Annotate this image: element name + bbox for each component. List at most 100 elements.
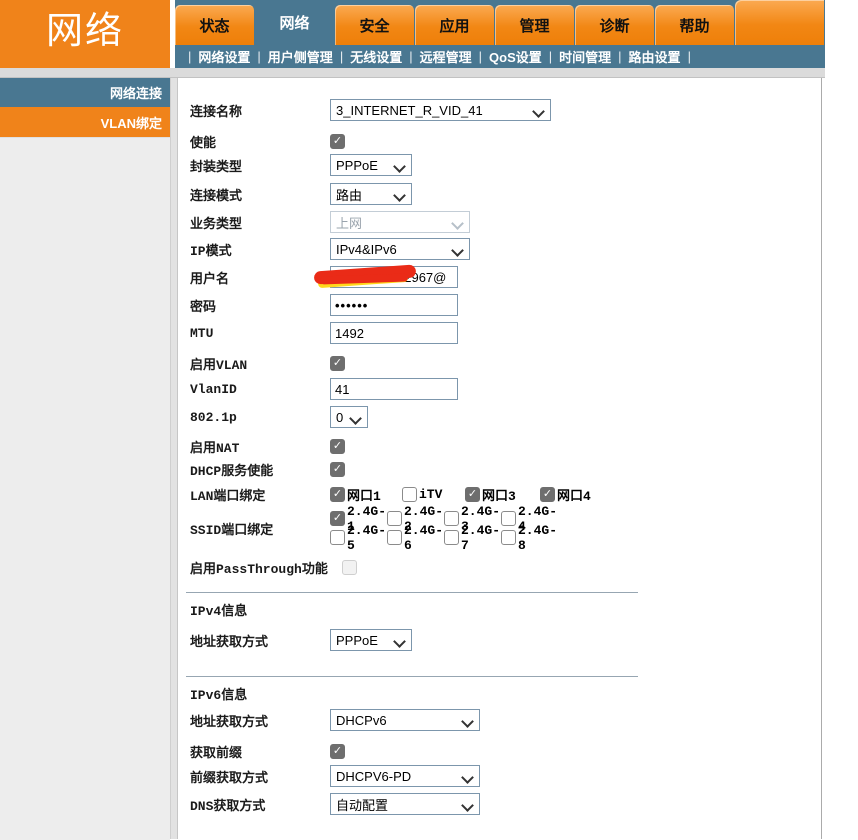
subnav-separator: | [688, 49, 691, 64]
subnav-item-用户侧管理[interactable]: 用户侧管理 [268, 47, 333, 66]
checkbox-网口4[interactable] [540, 487, 555, 502]
tab-管理[interactable]: 管理 [495, 5, 574, 45]
ssid-binding-options: 2.4G-12.4G-22.4G-32.4G-42.4G-52.4G-62.4G… [330, 509, 562, 547]
service-type-select: 上网 [330, 211, 470, 233]
row-dns-mode: DNS获取方式 自动配置 [190, 793, 480, 815]
checkbox-iTV[interactable] [402, 487, 417, 502]
ipv4-addr-mode-select[interactable]: PPPoE [330, 629, 412, 651]
checkbox-label: 网口3 [482, 485, 516, 504]
password-label: 密码 [190, 296, 330, 315]
enable-nat-label: 启用NAT [190, 437, 330, 456]
ipv6-addr-mode-value: DHCPv6 [336, 713, 387, 728]
checkbox-label: 2.4G-5 [347, 523, 387, 553]
ip-mode-select[interactable]: IPv4&IPv6 [330, 238, 470, 260]
main-content: 连接名称 3_INTERNET_R_VID_41 使能 封装类型 PPPoE 连… [178, 78, 822, 839]
connection-name-select[interactable]: 3_INTERNET_R_VID_41 [330, 99, 551, 121]
tab-状态[interactable]: 状态 [175, 5, 254, 45]
chevron-down-icon [393, 160, 406, 173]
vlan-id-input[interactable] [330, 378, 458, 400]
checkbox-label: 2.4G-8 [518, 523, 558, 553]
subnav-item-路由设置[interactable]: 路由设置 [629, 47, 681, 66]
8021p-select[interactable]: 0 [330, 406, 368, 428]
password-input[interactable] [330, 294, 458, 316]
subnav-item-远程管理[interactable]: 远程管理 [420, 47, 472, 66]
sidebar-content-divider [170, 78, 178, 839]
subnav-separator: | [549, 49, 552, 64]
subnav-separator: | [188, 49, 191, 64]
tab-安全[interactable]: 安全 [335, 5, 414, 45]
checkbox-option-网口3: 网口3 [465, 485, 540, 504]
row-ip-mode: IP模式 IPv4&IPv6 [190, 238, 470, 260]
ipv4-addr-mode-label: 地址获取方式 [190, 631, 330, 650]
subnav-separator: | [257, 49, 260, 64]
sidebar-item-network-connection[interactable]: 网络连接 [0, 78, 170, 107]
dns-mode-value: 自动配置 [336, 795, 388, 814]
lan-binding-options: 网口1iTV网口3网口4 [330, 485, 591, 504]
checkbox-网口1[interactable] [330, 487, 345, 502]
checkbox-网口3[interactable] [465, 487, 480, 502]
checkbox-option-2.4G-6: 2.4G-6 [387, 528, 444, 547]
dns-mode-select[interactable]: 自动配置 [330, 793, 480, 815]
dhcp-enable-checkbox[interactable] [330, 462, 345, 477]
checkbox-2.4G-5[interactable] [330, 530, 345, 545]
chevron-down-icon [349, 412, 362, 425]
subnav-item-无线设置[interactable]: 无线设置 [350, 47, 402, 66]
prefix-mode-value: DHCPV6-PD [336, 769, 411, 784]
chevron-down-icon [532, 105, 545, 118]
tab-网络[interactable]: 网络 [255, 0, 334, 45]
row-vlan-id: VlanID [190, 378, 458, 400]
subnav-item-时间管理[interactable]: 时间管理 [559, 47, 611, 66]
chevron-down-icon [461, 715, 474, 728]
subnav-separator: | [409, 49, 412, 64]
checkbox-option-iTV: iTV [402, 487, 465, 502]
enable-vlan-checkbox[interactable] [330, 356, 345, 371]
encapsulation-select[interactable]: PPPoE [330, 154, 412, 176]
enable-checkbox[interactable] [330, 134, 345, 149]
row-ipv4-addr-mode: 地址获取方式 PPPoE [190, 629, 412, 651]
ip-mode-label: IP模式 [190, 240, 330, 259]
checkbox-2.4G-1[interactable] [330, 511, 345, 526]
ssid-binding-label: SSID端口绑定 [190, 519, 330, 538]
ip-mode-value: IPv4&IPv6 [336, 242, 397, 257]
checkbox-2.4G-3[interactable] [444, 511, 459, 526]
row-service-type: 业务类型 上网 [190, 211, 470, 233]
sub-navigation: |网络设置|用户侧管理|无线设置|远程管理|QoS设置|时间管理|路由设置| [175, 45, 825, 68]
header-divider-strip [0, 68, 825, 78]
get-prefix-checkbox[interactable] [330, 744, 345, 759]
mtu-label: MTU [190, 326, 330, 341]
chevron-down-icon [393, 635, 406, 648]
8021p-value: 0 [336, 410, 343, 425]
sidebar-item-vlan-binding[interactable]: VLAN绑定 [0, 107, 170, 137]
checkbox-2.4G-7[interactable] [444, 530, 459, 545]
enable-nat-checkbox[interactable] [330, 439, 345, 454]
prefix-mode-label: 前缀获取方式 [190, 767, 330, 786]
row-mtu: MTU [190, 322, 458, 344]
connection-mode-value: 路由 [336, 185, 362, 204]
chevron-down-icon [451, 244, 464, 257]
checkbox-option-2.4G-7: 2.4G-7 [444, 528, 501, 547]
passthrough-checkbox [342, 560, 357, 575]
row-ssid-binding: SSID端口绑定 2.4G-12.4G-22.4G-32.4G-42.4G-52… [190, 508, 562, 548]
subnav-separator: | [479, 49, 482, 64]
checkbox-2.4G-6[interactable] [387, 530, 402, 545]
prefix-mode-select[interactable]: DHCPV6-PD [330, 765, 480, 787]
connection-mode-select[interactable]: 路由 [330, 183, 412, 205]
row-passthrough: 启用PassThrough功能 [190, 556, 357, 578]
checkbox-label: 2.4G-6 [404, 523, 444, 553]
checkbox-2.4G-8[interactable] [501, 530, 516, 545]
row-enable-nat: 启用NAT [190, 435, 345, 457]
dhcp-enable-label: DHCP服务使能 [190, 460, 330, 479]
checkbox-2.4G-2[interactable] [387, 511, 402, 526]
checkbox-label: 2.4G-7 [461, 523, 501, 553]
enable-vlan-label: 启用VLAN [190, 354, 330, 373]
subnav-item-QoS设置[interactable]: QoS设置 [489, 47, 542, 66]
tab-应用[interactable]: 应用 [415, 5, 494, 45]
tab-帮助[interactable]: 帮助 [655, 5, 734, 45]
subnav-item-网络设置[interactable]: 网络设置 [198, 47, 250, 66]
checkbox-2.4G-4[interactable] [501, 511, 516, 526]
row-enable-vlan: 启用VLAN [190, 352, 345, 374]
mtu-input[interactable] [330, 322, 458, 344]
tab-诊断[interactable]: 诊断 [575, 5, 654, 45]
ipv6-addr-mode-select[interactable]: DHCPv6 [330, 709, 480, 731]
encapsulation-label: 封装类型 [190, 156, 330, 175]
